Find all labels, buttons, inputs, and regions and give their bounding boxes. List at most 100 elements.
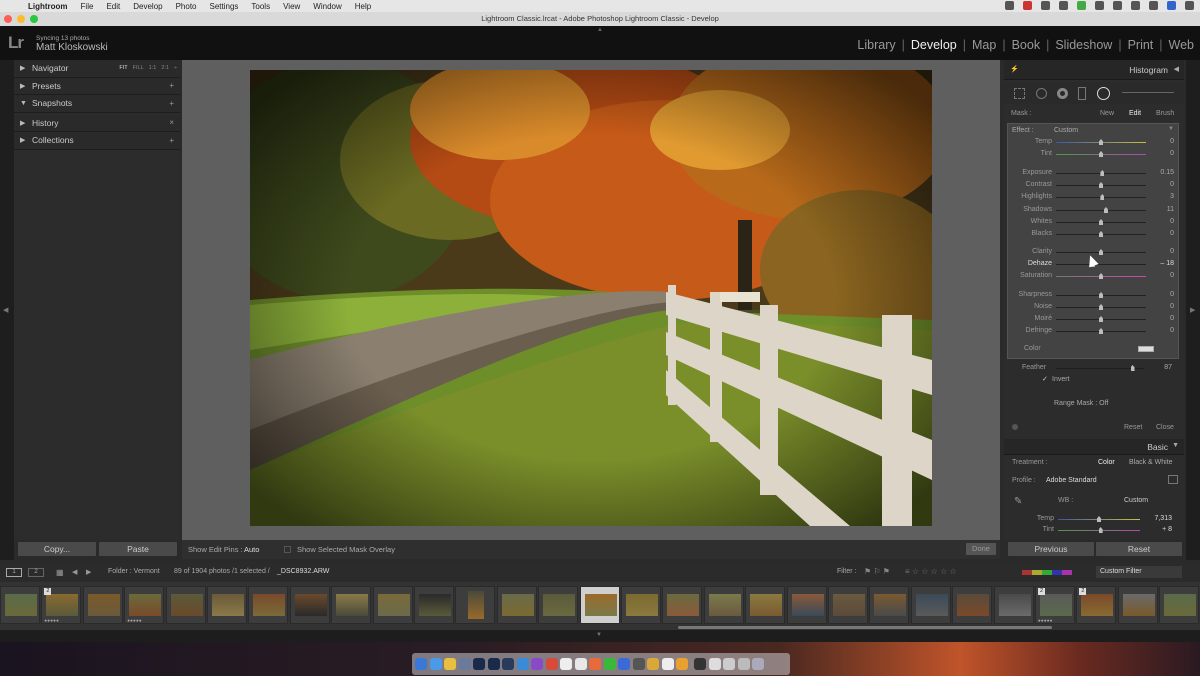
slider-value[interactable]: 0 (1150, 138, 1174, 145)
photoshop-icon[interactable] (473, 658, 485, 670)
search-icon[interactable] (1149, 1, 1158, 10)
slider-knob[interactable] (1099, 182, 1103, 188)
wifi-icon[interactable] (1113, 1, 1122, 10)
slider-value[interactable]: 0 (1150, 291, 1174, 298)
bluetooth-icon[interactable] (1095, 1, 1104, 10)
menu-tools[interactable]: Tools (251, 2, 270, 11)
mask-close-button[interactable]: Close (1156, 424, 1174, 431)
app-icon[interactable] (545, 658, 558, 670)
filmstrip-thumbnail[interactable] (786, 586, 827, 624)
stack-count-badge[interactable]: 2 (44, 588, 52, 595)
module-web[interactable]: Web (1163, 38, 1200, 52)
right-panel-edge[interactable]: ▶ (1186, 60, 1200, 560)
slider-knob[interactable] (1099, 231, 1103, 237)
left-panel-edge[interactable]: ◀ (0, 60, 14, 560)
slider-knob[interactable] (1099, 249, 1103, 255)
slider-knob[interactable] (1099, 139, 1103, 145)
flag-filter-icon[interactable]: ⚑ ⚐ ⚑ (864, 567, 890, 576)
nav-2-1[interactable]: 2:1 (161, 65, 169, 71)
slider-knob[interactable] (1103, 207, 1108, 213)
menu-file[interactable]: File (81, 2, 94, 11)
slider-track[interactable] (1056, 316, 1146, 322)
airplay-icon[interactable] (1005, 1, 1014, 10)
slider-track[interactable] (1056, 292, 1146, 298)
slider-value[interactable]: 0 (1150, 315, 1174, 322)
menu-develop[interactable]: Develop (133, 2, 162, 11)
filmstrip-thumbnail[interactable] (1159, 586, 1200, 624)
panel-collections[interactable]: ▶ Collections + (14, 132, 180, 150)
treatment-bw[interactable]: Black & White (1129, 459, 1173, 466)
expanded-triangle-icon[interactable]: ▼ (1172, 442, 1179, 449)
main-window-button[interactable]: 1 (6, 568, 22, 577)
add-preset-icon[interactable]: + (169, 81, 174, 90)
downloads-icon[interactable] (737, 658, 750, 670)
spot-removal-icon[interactable] (1036, 88, 1047, 99)
preview-icon[interactable] (458, 658, 471, 670)
stack-count-badge[interactable]: 2 (1038, 588, 1045, 595)
clipping-icon[interactable]: ⚡ (1010, 65, 1019, 73)
color-swatch[interactable] (1138, 346, 1154, 352)
slider-track[interactable] (1056, 182, 1146, 188)
filmstrip-thumbnail[interactable] (496, 586, 537, 624)
slider-value[interactable]: – 18 (1150, 260, 1174, 267)
crop-icon[interactable] (1014, 88, 1025, 99)
lightroom-icon[interactable] (487, 658, 500, 670)
source-folder[interactable]: Folder : Vermont (108, 568, 160, 575)
filmstrip-thumbnail[interactable] (703, 586, 744, 624)
star-filter-icon[interactable]: ≡ ☆ ☆ ☆ ☆ ☆ (905, 567, 957, 576)
slider-value[interactable]: 0 (1150, 272, 1174, 279)
module-map[interactable]: Map (966, 38, 1002, 52)
slider-track[interactable] (1056, 219, 1146, 225)
feather-value[interactable]: 87 (1164, 364, 1172, 371)
filmstrip-thumbnail[interactable]: 2 ●●●●● (1035, 586, 1075, 624)
slider-knob[interactable] (1100, 194, 1105, 200)
menu-view[interactable]: View (283, 2, 300, 11)
toggle-switch-icon[interactable] (1012, 424, 1018, 430)
selected-filename[interactable]: _DSC8932.ARW (277, 568, 329, 575)
slider-value[interactable]: 11 (1150, 206, 1174, 213)
temp-value[interactable]: 7,313 (1154, 515, 1172, 522)
evernote-icon[interactable] (1077, 1, 1086, 10)
filmstrip-thumbnail[interactable] (289, 586, 330, 624)
filmstrip-thumbnail[interactable] (207, 586, 247, 624)
collapsed-triangle-icon[interactable]: ◀ (1174, 65, 1179, 73)
image-canvas[interactable] (182, 60, 1000, 540)
panel-navigator[interactable]: ▶ Navigator FIT FILL 1:1 2:1 ÷ (14, 60, 180, 78)
reset-button[interactable]: Reset (1096, 542, 1182, 556)
red-eye-icon[interactable] (1057, 88, 1068, 99)
mask-edit[interactable]: Edit (1129, 110, 1141, 117)
filmstrip-thumbnail[interactable] (82, 586, 123, 624)
slider-track[interactable] (1056, 231, 1146, 237)
wb-select[interactable]: Custom (1124, 497, 1148, 504)
add-collection-icon[interactable]: + (169, 136, 174, 145)
collapse-right-icon[interactable]: ▶ (1190, 306, 1195, 314)
finder-icon[interactable] (415, 658, 427, 670)
menu-app[interactable]: Lightroom (28, 2, 68, 11)
tint-slider-knob[interactable] (1098, 527, 1103, 533)
range-mask-select[interactable]: Range Mask : Off (1054, 400, 1108, 407)
add-snapshot-icon[interactable]: + (169, 99, 174, 108)
slider-knob[interactable] (1099, 151, 1103, 157)
notes-icon[interactable] (560, 658, 572, 670)
module-slideshow[interactable]: Slideshow (1049, 38, 1118, 52)
color-label-filter[interactable] (1022, 570, 1072, 575)
filmstrip-thumbnail[interactable] (869, 586, 910, 624)
trash-icon[interactable] (752, 658, 764, 670)
slider-track[interactable] (1056, 249, 1146, 255)
module-print[interactable]: Print (1122, 38, 1160, 52)
collapse-bottom-icon[interactable]: ▼ (596, 632, 602, 638)
effect-select[interactable]: Custom (1054, 127, 1078, 134)
feather-slider[interactable] (1056, 365, 1144, 371)
slider-track[interactable] (1056, 139, 1146, 145)
notifications-icon[interactable] (1185, 1, 1194, 10)
clear-history-icon[interactable]: × (169, 118, 174, 127)
filmstrip-scrollbar[interactable] (678, 626, 1052, 629)
filmstrip-thumbnail[interactable] (910, 586, 951, 624)
radial-filter-icon[interactable] (1097, 87, 1110, 100)
panel-presets[interactable]: ▶ Presets + (14, 77, 180, 95)
mask-overlay-checkbox[interactable] (284, 546, 291, 553)
record-icon[interactable] (1023, 1, 1032, 10)
slider-track[interactable] (1056, 207, 1146, 213)
filmstrip-thumbnail[interactable] (952, 586, 993, 624)
filmstrip-thumbnail[interactable]: 2 ●●●●● (41, 586, 82, 624)
